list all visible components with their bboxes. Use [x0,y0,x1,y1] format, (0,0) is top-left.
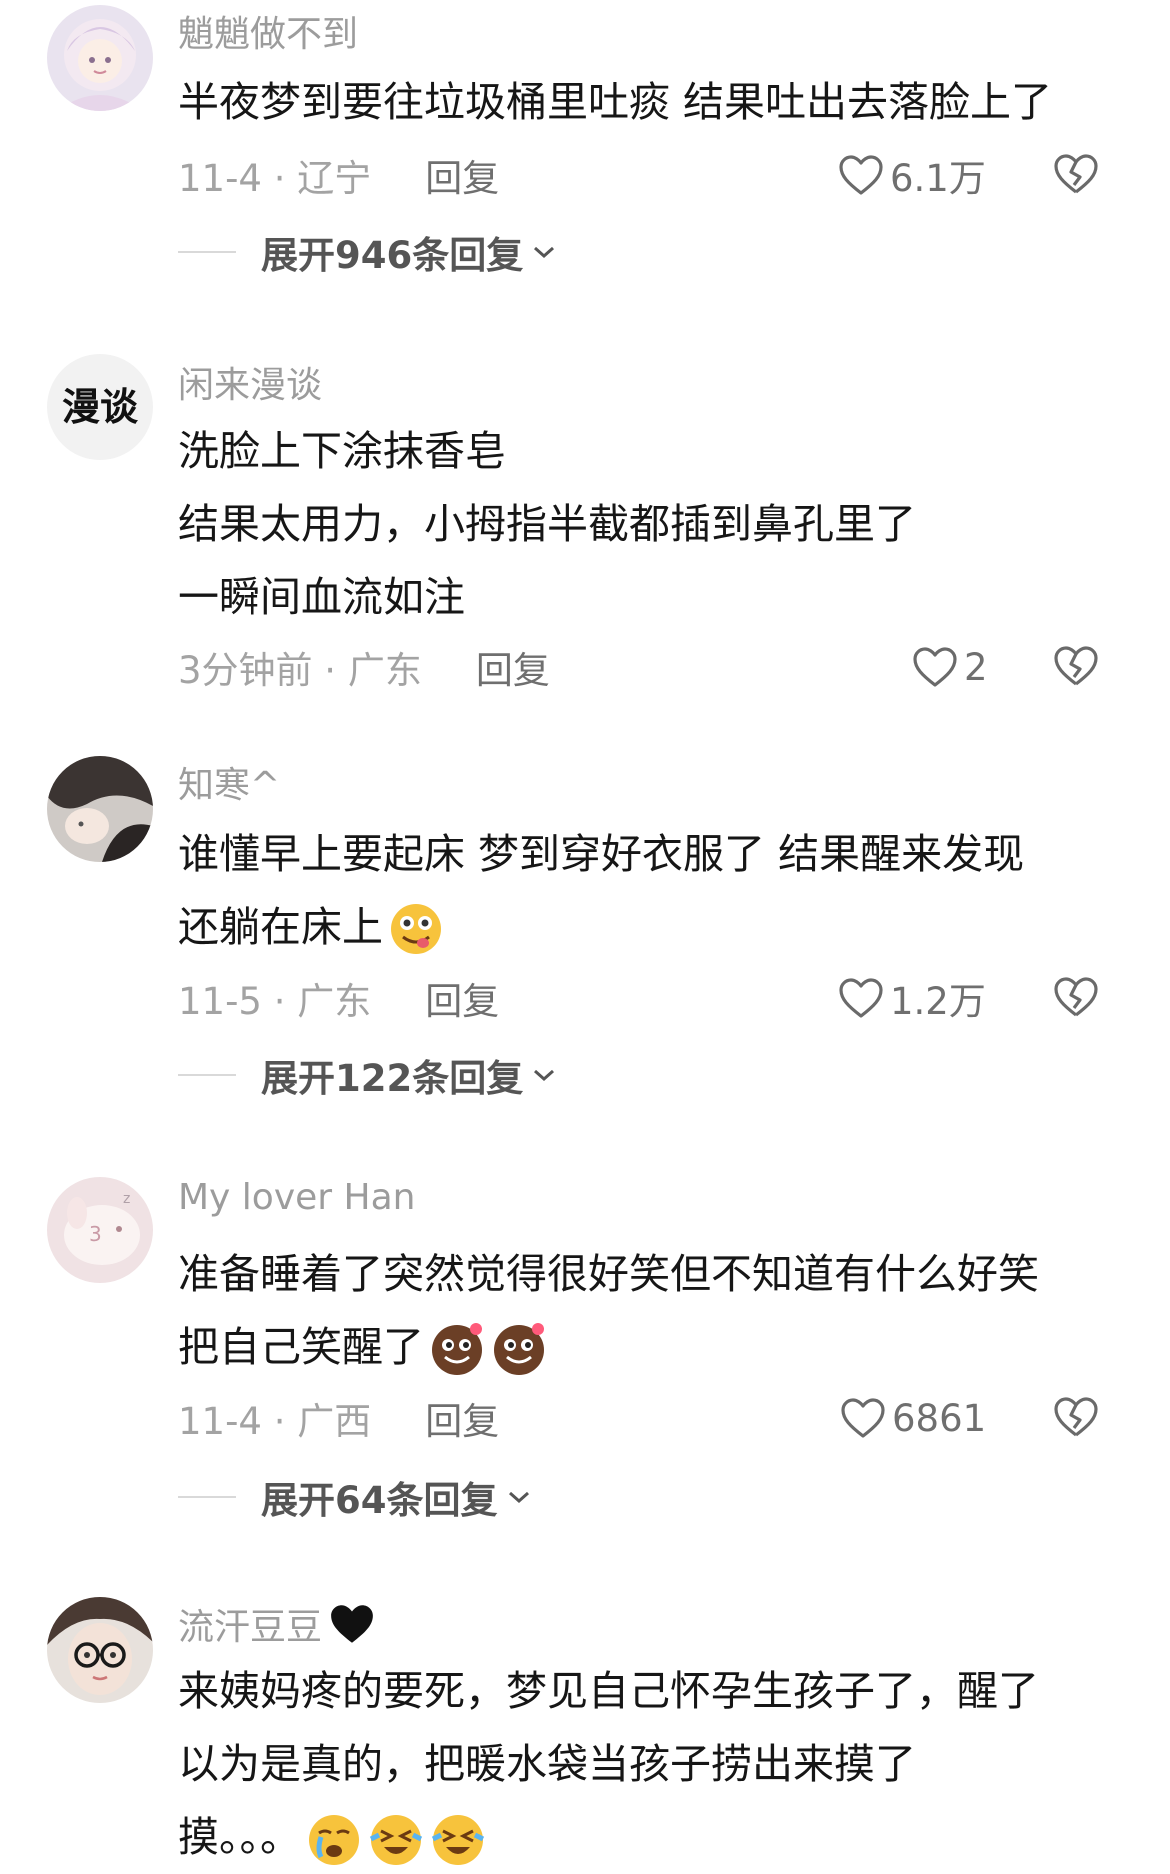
heart-icon [839,978,883,1018]
comment-line: 以为是真的，把暖水袋当孩子捞出来摸了 [178,1740,916,1788]
like-button[interactable]: 6861 [840,1393,986,1443]
comment-text: 准备睡着了突然觉得很好笑但不知道有什么好笑 把自己笑醒了 [178,1238,1039,1384]
reply-button[interactable]: 回复 [425,148,499,202]
comment-line: 还躺在床上 [178,891,1024,964]
broken-heart-icon[interactable] [1053,975,1099,1019]
expand-replies-button[interactable]: 展开122条回复 [178,1050,557,1100]
date-location: 3分钟前 · 广东 [178,649,422,692]
avatar[interactable] [47,5,153,111]
username[interactable]: My lover Han [178,1177,415,1218]
svg-text:3: 3 [89,1222,102,1246]
comment-line: 一瞬间血流如注 [178,573,465,621]
comment-meta: 11-4 · 辽宁 回复 [178,150,499,200]
chevron-down-icon [534,1069,555,1082]
like-button[interactable]: 2 [912,642,988,692]
comment-text: 来姨妈疼的要死，梦见自己怀孕生孩子了，醒了 以为是真的，把暖水袋当孩子捞出来摸了… [178,1655,1039,1874]
date-location: 11-4 · 广西 [178,1400,372,1443]
username[interactable]: 知寒^ [178,756,280,808]
comment-line: 半夜梦到要往垃圾桶里吐痰 结果吐出去落脸上了 [178,78,1053,126]
avatar[interactable] [47,756,153,862]
heart-icon [841,1398,885,1438]
date-location: 11-5 · 广东 [178,980,372,1023]
divider [178,1074,236,1076]
comment-text: 洗脸上下涂抹香皂 结果太用力，小拇指半截都插到鼻孔里了 一瞬间血流如注 [178,415,916,634]
comment-line: 谁懂早上要起床 梦到穿好衣服了 结果醒来发现 [178,830,1025,878]
comment-line: 来姨妈疼的要死，梦见自己怀孕生孩子了，醒了 [178,1667,1039,1715]
broken-heart-icon[interactable] [1053,152,1099,196]
drooling-face-icon [387,899,445,957]
like-button[interactable]: 6.1万 [838,150,986,200]
brown-laughing-face-icon [490,1319,548,1377]
avatar[interactable]: 漫谈 [47,354,153,460]
broken-heart-icon[interactable] [1053,1395,1099,1439]
like-count: 1.2万 [890,980,986,1023]
avatar[interactable]: 3 z [47,1177,153,1283]
reply-button[interactable]: 回复 [425,971,499,1025]
reply-button[interactable]: 回复 [425,1391,499,1445]
comment-meta: 11-4 · 广西 回复 [178,1393,499,1443]
comment-line: 准备睡着了突然觉得很好笑但不知道有什么好笑 [178,1250,1039,1298]
comment-meta: 3分钟前 · 广东 回复 [178,642,550,692]
like-count: 6861 [892,1396,987,1440]
expand-replies-button[interactable]: 展开64条回复 [178,1472,532,1522]
heart-icon [913,647,957,687]
like-button[interactable]: 1.2万 [838,973,986,1023]
brown-laughing-face-icon [428,1319,486,1377]
divider [178,1496,236,1498]
comment-line: 摸。。。 [178,1801,1039,1874]
comment-text: 半夜梦到要往垃圾桶里吐痰 结果吐出去落脸上了 [178,66,1052,139]
reply-button[interactable]: 回复 [476,640,550,694]
black-heart-icon [331,1605,373,1643]
comment-line: 把自己笑醒了 [178,1311,1039,1384]
crying-face-icon [305,1809,363,1867]
chevron-down-icon [534,246,555,259]
svg-text:z: z [123,1191,130,1207]
divider [178,251,236,253]
expand-replies-button[interactable]: 展开946条回复 [178,227,557,277]
comment-line: 结果太用力，小拇指半截都插到鼻孔里了 [178,500,916,548]
broken-heart-icon[interactable] [1053,644,1099,688]
chevron-down-icon [508,1491,529,1504]
like-count: 2 [964,645,988,689]
username[interactable]: 魈魈做不到 [178,5,358,57]
comment-text: 谁懂早上要起床 梦到穿好衣服了 结果醒来发现 还躺在床上 [178,818,1024,964]
like-count: 6.1万 [890,157,986,200]
username[interactable]: 流汗豆豆 [178,1598,376,1650]
laughing-rolling-face-icon [367,1809,425,1867]
date-location: 11-4 · 辽宁 [178,157,372,200]
svg-text:漫谈: 漫谈 [62,384,139,429]
avatar[interactable] [47,1597,153,1703]
username[interactable]: 闲来漫谈 [178,356,322,408]
heart-icon [839,155,883,195]
comment-line: 洗脸上下涂抹香皂 [178,427,506,475]
comment-meta: 11-5 · 广东 回复 [178,973,499,1023]
laughing-rolling-face-icon [429,1809,487,1867]
